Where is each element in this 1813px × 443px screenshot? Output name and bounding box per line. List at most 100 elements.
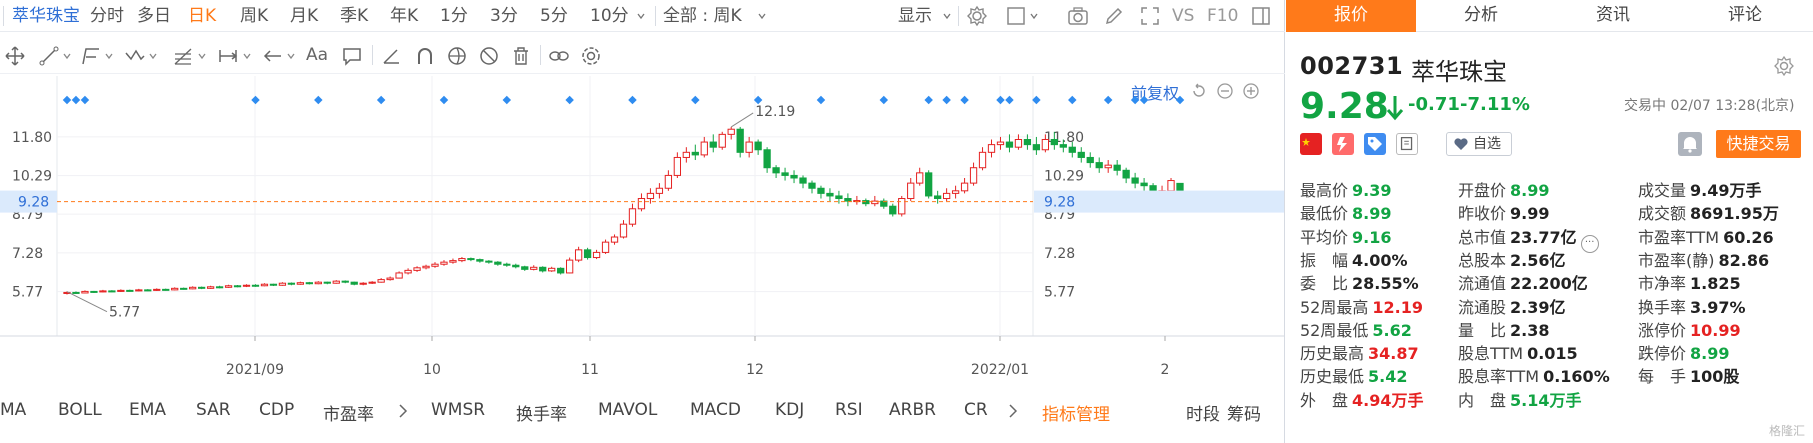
signal-marker xyxy=(1005,95,1014,105)
kline-chart-svg[interactable]: 11.80 11.8010.29 10.298.79 8.797.28 7.285.77… xyxy=(0,76,1285,388)
candle-body xyxy=(449,260,457,263)
vs-compare-button[interactable]: VS xyxy=(1172,4,1194,28)
period-tab-quarterly[interactable]: 季K xyxy=(340,4,368,28)
chevron-down-icon[interactable] xyxy=(943,12,951,20)
candle-body xyxy=(440,261,448,265)
period-tab-yearly[interactable]: 年K xyxy=(390,4,418,28)
indicator-13[interactable]: CR xyxy=(964,400,988,420)
chevron-down-icon[interactable] xyxy=(198,52,206,60)
pencil-icon[interactable] xyxy=(1103,5,1125,27)
arrow-tool-icon[interactable] xyxy=(262,45,284,67)
settings-icon[interactable] xyxy=(966,5,988,27)
quote-field: 委 比 28.55% xyxy=(1300,270,1419,294)
chevron-down-icon[interactable] xyxy=(637,12,645,20)
alert-bell-icon[interactable] xyxy=(1678,132,1702,156)
overlay-select[interactable]: 全部 : 周K xyxy=(663,4,742,28)
indicator-5[interactable]: 市盈率 xyxy=(323,400,374,425)
drawing-toolbar: Aa xyxy=(0,36,1285,74)
chevron-down-icon[interactable] xyxy=(287,52,295,60)
tab-comments[interactable]: 评论 xyxy=(1680,0,1810,32)
note-icon[interactable] xyxy=(1396,133,1418,155)
indicator-12[interactable]: ARBR xyxy=(889,400,936,420)
chip-distribution-button[interactable]: 筹码 xyxy=(1227,400,1261,425)
period-tab-3min[interactable]: 3分 xyxy=(490,4,518,28)
channel-tool-icon[interactable] xyxy=(80,45,102,67)
period-tab-monthly[interactable]: 月K xyxy=(290,4,318,28)
quote-field-value: 9.16 xyxy=(1352,227,1392,247)
chevron-down-icon[interactable] xyxy=(63,52,71,60)
separator xyxy=(3,6,4,26)
indicator-0[interactable]: MA xyxy=(0,400,26,420)
layout-square-icon[interactable] xyxy=(1005,5,1027,27)
camera-icon[interactable] xyxy=(1067,5,1089,27)
chevron-down-icon[interactable] xyxy=(149,52,157,60)
quick-trade-button[interactable]: 快捷交易 xyxy=(1716,130,1801,158)
tab-quote[interactable]: 报价 xyxy=(1286,0,1416,32)
indicator-7[interactable]: 换手率 xyxy=(516,400,567,425)
sidebar-toggle-icon[interactable] xyxy=(1250,5,1272,27)
trash-icon[interactable] xyxy=(510,45,532,67)
more-options-icon[interactable]: ··· xyxy=(1580,234,1599,253)
visibility-icon[interactable] xyxy=(446,45,468,67)
link-icon[interactable] xyxy=(548,45,570,67)
indicator-6[interactable]: WMSR xyxy=(431,400,485,420)
indicator-2[interactable]: EMA xyxy=(129,400,166,420)
wave-tool-icon[interactable] xyxy=(124,45,146,67)
display-menu[interactable]: 显示 xyxy=(898,4,932,28)
magnet-icon[interactable] xyxy=(414,45,436,67)
indicator-9[interactable]: MACD xyxy=(690,400,741,420)
text-tool-icon[interactable]: Aa xyxy=(306,45,328,65)
indicator-4[interactable]: CDP xyxy=(259,400,294,420)
indicator-10[interactable]: KDJ xyxy=(775,400,804,420)
angle-tool-icon[interactable] xyxy=(380,45,402,67)
candle-body xyxy=(1014,138,1023,148)
chevron-right-icon[interactable] xyxy=(1008,404,1018,418)
period-tab-intraday[interactable]: 分时 xyxy=(90,4,124,28)
quote-field: 内 盘 5.14万手 xyxy=(1458,387,1582,411)
comment-tool-icon[interactable] xyxy=(341,45,363,67)
candle-body xyxy=(368,281,376,284)
period-tab-multiday[interactable]: 多日 xyxy=(137,4,171,28)
tab-analysis[interactable]: 分析 xyxy=(1416,0,1546,32)
period-tab-1min[interactable]: 1分 xyxy=(440,4,468,28)
measure-tool-icon[interactable] xyxy=(217,45,239,67)
chevron-down-icon[interactable] xyxy=(243,52,251,60)
indicator-3[interactable]: SAR xyxy=(196,400,231,420)
indicator-manage-button[interactable]: 指标管理 xyxy=(1042,400,1110,425)
stock-name-link[interactable]: 萃华珠宝 xyxy=(12,4,80,28)
quote-field-value: 0.160% xyxy=(1543,367,1610,387)
f10-button[interactable]: F10 xyxy=(1207,4,1238,28)
candle-body xyxy=(1131,177,1139,184)
line-tool-icon[interactable] xyxy=(38,45,60,67)
candle-body xyxy=(359,282,367,285)
chevron-down-icon[interactable] xyxy=(758,12,766,20)
hide-drawings-icon[interactable] xyxy=(478,45,500,67)
settings-icon[interactable] xyxy=(580,45,602,67)
quote-field-label: 总市值 xyxy=(1458,227,1507,247)
fib-tool-icon[interactable] xyxy=(172,45,194,67)
quote-field-label: 流通值 xyxy=(1458,274,1507,294)
indicator-8[interactable]: MAVOL xyxy=(598,400,657,420)
period-tab-weekly[interactable]: 周K xyxy=(240,4,268,28)
quote-field-value: 2.39亿 xyxy=(1510,297,1566,317)
add-watchlist-button[interactable]: 自选 xyxy=(1446,132,1512,156)
settings-icon[interactable] xyxy=(1773,55,1795,77)
indicator-11[interactable]: RSI xyxy=(835,400,863,420)
time-range-button[interactable]: 时段 xyxy=(1186,400,1220,425)
candle-body xyxy=(557,267,565,274)
tab-news[interactable]: 资讯 xyxy=(1548,0,1678,32)
period-tab-10min[interactable]: 10分 xyxy=(590,4,629,28)
chevron-right-icon[interactable] xyxy=(398,404,408,418)
x-tick-label: 12 xyxy=(746,362,764,378)
period-tab-5min[interactable]: 5分 xyxy=(540,4,568,28)
kline-chart[interactable]: 11.80 11.80 10.29 10.29 8.79 8.79 7.28 7.28 5.77… xyxy=(0,76,1285,388)
quote-field-label: 开盘价 xyxy=(1458,181,1507,200)
fullscreen-icon[interactable] xyxy=(1139,5,1161,27)
quote-field: 流通值 22.200亿 xyxy=(1458,270,1588,294)
chevron-down-icon[interactable] xyxy=(1030,12,1038,20)
chevron-down-icon[interactable] xyxy=(105,52,113,60)
indicator-1[interactable]: BOLL xyxy=(58,400,102,420)
move-icon[interactable] xyxy=(4,45,26,67)
period-tab-daily[interactable]: 日K xyxy=(188,4,216,28)
quote-field-label: 市盈率(静) xyxy=(1638,250,1715,270)
